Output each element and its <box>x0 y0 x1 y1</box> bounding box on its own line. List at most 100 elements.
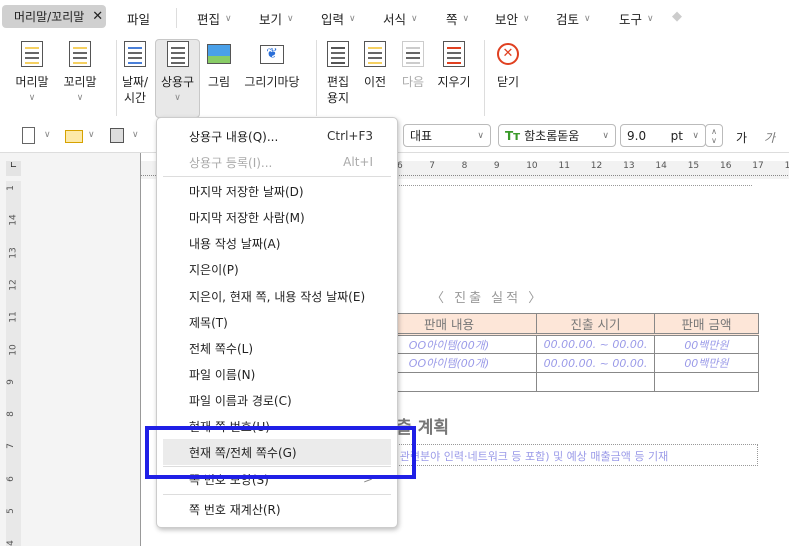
ribbon-label: 이전 <box>363 75 387 89</box>
chevron-down-icon: ∨ <box>287 13 294 24</box>
ribbon-label: 그림 <box>207 75 231 89</box>
ribbon-label: 닫기 <box>496 75 520 89</box>
menu-6[interactable]: 검토 ∨ <box>556 9 591 28</box>
chevron-down-icon: ∨ <box>462 13 470 24</box>
menu-1[interactable]: 보기 ∨ <box>259 9 294 28</box>
ribbon-close-circle-button[interactable]: ✕ 닫기 <box>490 40 526 90</box>
ruler-number: 10 <box>8 343 19 356</box>
date-time-icon <box>121 40 149 68</box>
bold-button[interactable]: 가 <box>736 129 747 146</box>
italic-button[interactable]: 가 <box>764 129 775 146</box>
footer-icon <box>66 40 94 68</box>
ribbon-header-button[interactable]: 머리말 ∨ <box>12 40 52 106</box>
tab-header-footer[interactable]: 머리말/꼬리말 ✕ <box>2 5 106 28</box>
next-icon <box>399 40 427 68</box>
page-setup-icon <box>324 40 352 68</box>
font-select[interactable]: Tт 함초롬돋움 ∨ <box>498 124 616 147</box>
ribbon-date-time-button[interactable]: 날짜/ 시간 <box>116 40 154 106</box>
table-header-row: 판매 내용 진출 시기 판매 금액 <box>361 313 759 336</box>
ribbon-next-button[interactable]: 다음 <box>396 40 430 90</box>
header-area-border <box>397 185 752 186</box>
ruler-number: 18 <box>784 161 789 171</box>
table-cell[interactable]: 00.00.00. ~ 00.00. <box>536 353 655 373</box>
tab-file[interactable]: 파일 <box>127 9 150 28</box>
close-icon[interactable]: ✕ <box>92 9 103 24</box>
menu-item-6[interactable]: 지은이, 현재 쪽, 내용 작성 날짜(E) <box>163 283 391 309</box>
menu-divider <box>163 494 391 495</box>
previous-icon <box>361 40 389 68</box>
tab-label: 머리말/꼬리말 <box>14 10 85 24</box>
chevron-down-icon[interactable]: ∨ <box>132 130 139 140</box>
menu-item-7[interactable]: 제목(T) <box>163 309 391 335</box>
account-icon[interactable]: ◆ <box>672 9 688 24</box>
ruler-corner[interactable]: ∟ <box>6 161 21 176</box>
table-header-cell: 판매 금액 <box>654 313 759 336</box>
ribbon-page-setup-button[interactable]: 편집 용지 <box>320 40 356 106</box>
menu-item-9[interactable]: 파일 이름(N) <box>163 361 391 387</box>
ruler-number: 5 <box>5 508 16 514</box>
ribbon-drawing-gallery-button[interactable]: ❦ 그리기마당 <box>240 40 304 90</box>
table-header-cell: 진출 시기 <box>536 313 655 336</box>
table-cell[interactable]: 00백만원 <box>654 334 759 354</box>
menu-7[interactable]: 도구 ∨ <box>619 9 654 28</box>
menu-5[interactable]: 보안 ∨ <box>495 9 530 28</box>
menu-4[interactable]: 쪽 ∨ <box>446 9 469 28</box>
header-icon <box>18 40 46 68</box>
divider <box>484 40 485 116</box>
ribbon-autotext-button[interactable]: 상용구 ∨ <box>155 39 200 118</box>
sales-table[interactable]: 판매 내용 진출 시기 판매 금액 OO아이템(00개) 00.00.00. ~ 00.… <box>361 313 759 392</box>
ruler-number: 12 <box>8 279 19 291</box>
menu-item-2[interactable]: 마지막 저장한 날짜(D) <box>163 178 391 204</box>
ribbon-previous-button[interactable]: 이전 <box>358 40 392 90</box>
ribbon-label: 꼬리말 <box>63 75 97 89</box>
chevron-down-icon: ∨ <box>349 13 356 24</box>
shortcut: Ctrl+F3 <box>327 129 373 143</box>
ribbon-delete-button[interactable]: 지우기 <box>434 40 474 90</box>
new-document-icon[interactable] <box>22 127 35 144</box>
ribbon-label: 편집 용지 <box>326 75 350 105</box>
table-cell[interactable]: 00백만원 <box>654 353 759 373</box>
table-cell[interactable]: 00.00.00. ~ 00.00. <box>536 334 655 354</box>
menu-item-5[interactable]: 지은이(P) <box>163 256 391 282</box>
menu-item-10[interactable]: 파일 이름과 경로(C) <box>163 387 391 413</box>
ruler-number: 9 <box>5 378 16 385</box>
ruler-number: 14 <box>655 161 667 171</box>
ruler-number: 17 <box>752 161 764 171</box>
ribbon-label: 상용구 <box>160 75 195 89</box>
ruler-number: 12 <box>590 161 603 171</box>
font-size-stepper[interactable]: ∧ ∨ <box>705 124 723 147</box>
font-size-select[interactable]: 9.0 pt ∨ <box>620 124 706 147</box>
table-cell[interactable] <box>536 372 655 392</box>
menu-item-1[interactable]: 상용구 등록(I)... Alt+I <box>163 149 391 175</box>
body-text[interactable]: 방안 관련분야 인력·네트워크 등 포함) 및 예상 매출금액 등 기재 <box>371 444 758 466</box>
menu-item-3[interactable]: 마지막 저장한 사람(M) <box>163 204 391 230</box>
chevron-down-icon: ∨ <box>76 93 84 103</box>
autotext-icon <box>164 40 192 68</box>
save-icon[interactable] <box>110 128 124 143</box>
table-cell[interactable] <box>654 372 759 392</box>
menu-item-4[interactable]: 내용 작성 날짜(A) <box>163 230 391 256</box>
ribbon-picture-button[interactable]: 그림 <box>203 40 235 90</box>
ruler-number: 11 <box>8 311 19 323</box>
ruler-number: 8 <box>461 161 468 171</box>
table-title: 〈 진출 실적 〉 <box>431 291 545 306</box>
menu-item-0[interactable]: 상용구 내용(Q)... Ctrl+F3 <box>163 123 391 149</box>
chevron-down-icon[interactable]: ∨ <box>88 130 95 140</box>
menu-0[interactable]: 편집 ∨ <box>197 9 232 28</box>
picture-icon <box>205 40 233 68</box>
ruler-number: 8 <box>5 411 16 417</box>
ribbon-footer-button[interactable]: 꼬리말 ∨ <box>60 40 100 106</box>
vertical-ruler[interactable]: 1 14 13 12 11 10 9 8 7 6 5 4 <box>6 181 21 546</box>
ruler-number: 7 <box>429 161 436 171</box>
open-folder-icon[interactable] <box>65 130 83 143</box>
chevron-down-icon[interactable]: ∨ <box>44 130 51 140</box>
menu-item-14[interactable]: 쪽 번호 재계산(R) <box>163 496 391 522</box>
style-select[interactable]: 대표 ∨ <box>403 124 491 147</box>
chevron-down-icon: ∨ <box>28 93 36 103</box>
menu-2[interactable]: 입력 ∨ <box>321 9 356 28</box>
chevron-down-icon: ∨ <box>523 13 530 24</box>
menu-item-8[interactable]: 전체 쪽수(L) <box>163 335 391 361</box>
menu-3[interactable]: 서식 ∨ <box>383 9 418 28</box>
highlight-annotation-box <box>145 426 416 479</box>
ribbon-label: 그리기마당 <box>244 75 300 89</box>
